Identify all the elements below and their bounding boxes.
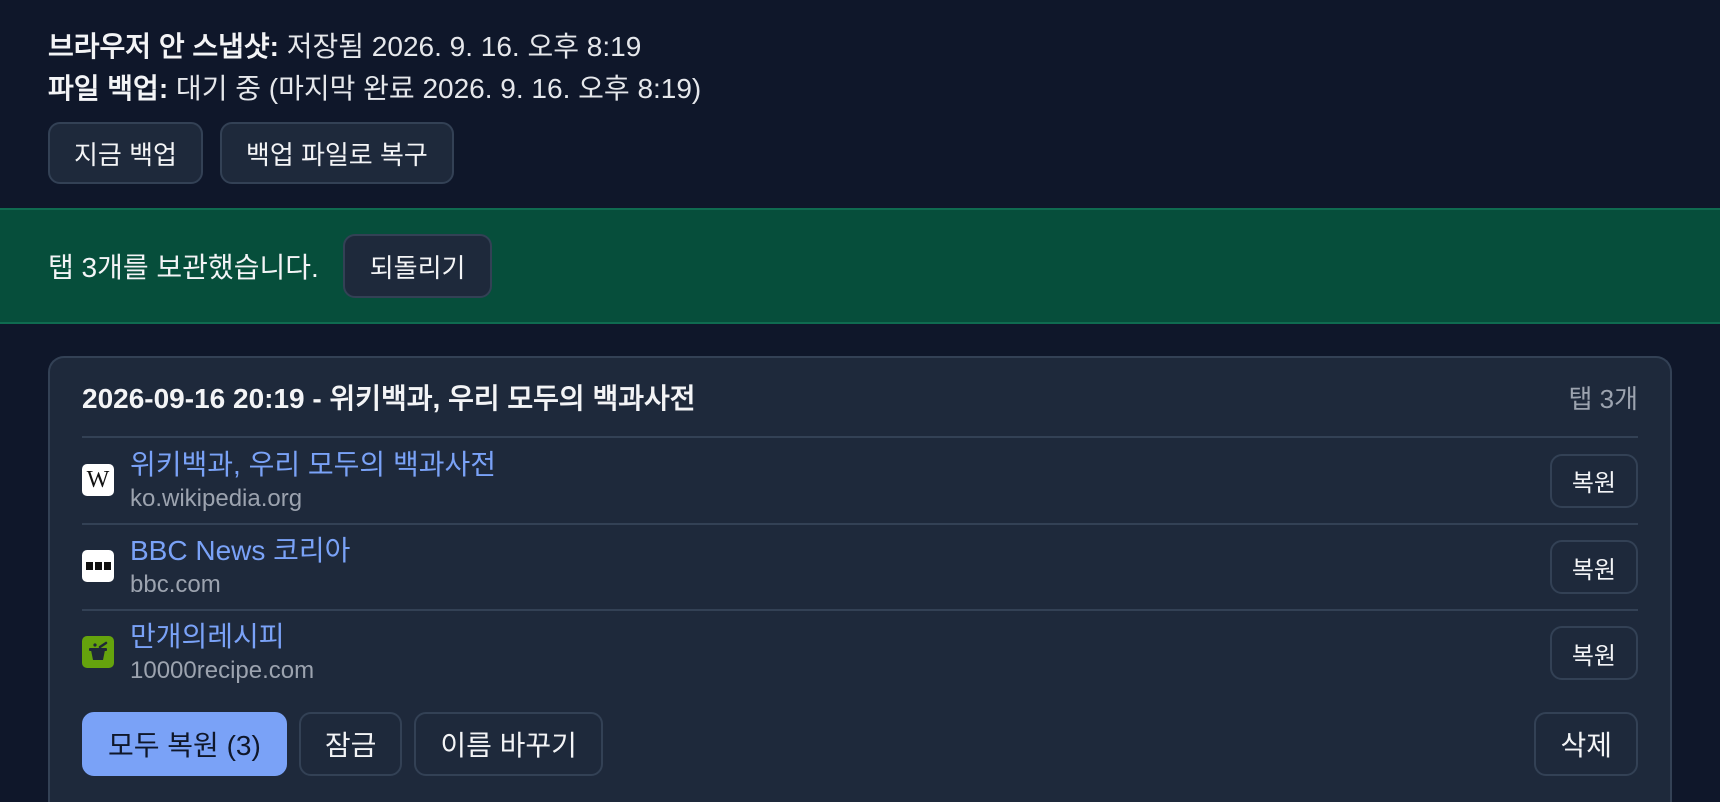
tab-url: 10000recipe.com [130,657,315,684]
tab-url: ko.wikipedia.org [130,484,303,512]
session-header: 2026-09-16 20:19 - 위키백과, 우리 모두의 백과사전 탭 3… [82,358,1638,436]
session-tab-count: 탭 3개 [1568,383,1638,414]
banner-message: 탭 3개를 보관했습니다. [48,252,319,283]
file-backup-label: 파일 백업: [48,73,169,104]
restore-tab-button[interactable]: 복원 [1549,626,1638,680]
backup-status: 브라우저 안 스냅샷: 저장됨 2026. 9. 16. 오후 8:19 파일 … [48,26,701,110]
session-tab-list: W 위키백과, 우리 모두의 백과사전 ko.wikipedia.org 복원 … [82,436,1638,695]
backup-actions: 지금 백업 백업 파일로 복구 [48,122,454,184]
recipe-pot-icon [82,636,114,668]
tab-info: BBC News 코리아 bbc.com [130,533,350,601]
session-title: 2026-09-16 20:19 - 위키백과, 우리 모두의 백과사전 [82,383,696,414]
session-card: 2026-09-16 20:19 - 위키백과, 우리 모두의 백과사전 탭 3… [48,356,1672,802]
bbc-icon [82,550,114,582]
snapshot-value: 저장됨 2026. 9. 16. 오후 8:19 [278,31,642,62]
rename-button[interactable]: 이름 바꾸기 [414,712,603,776]
lock-button[interactable]: 잠금 [298,712,403,776]
archive-notification-banner: 탭 3개를 보관했습니다. 되돌리기 [0,208,1720,324]
tab-info: 위키백과, 우리 모두의 백과사전 ko.wikipedia.org [130,447,496,515]
backup-now-button[interactable]: 지금 백업 [48,122,203,184]
restore-all-button[interactable]: 모두 복원 (3) [82,712,287,776]
snapshot-status: 브라우저 안 스냅샷: 저장됨 2026. 9. 16. 오후 8:19 [48,26,701,68]
tab-title-link[interactable]: 만개의레시피 [130,619,314,655]
list-item: W 위키백과, 우리 모두의 백과사전 ko.wikipedia.org 복원 [82,436,1638,523]
session-actions: 모두 복원 (3) 잠금 이름 바꾸기 삭제 [82,712,1638,776]
restore-tab-button[interactable]: 복원 [1549,540,1638,594]
list-item: BBC News 코리아 bbc.com 복원 [82,523,1638,609]
tab-title-link[interactable]: BBC News 코리아 [130,533,350,569]
restore-from-file-button[interactable]: 백업 파일로 복구 [219,122,454,184]
file-backup-status: 파일 백업: 대기 중 (마지막 완료 2026. 9. 16. 오후 8:19… [48,68,701,110]
tab-info: 만개의레시피 10000recipe.com [130,619,314,687]
tab-title-link[interactable]: 위키백과, 우리 모두의 백과사전 [130,447,496,483]
list-item: 만개의레시피 10000recipe.com 복원 [82,609,1638,695]
wikipedia-icon: W [82,463,114,496]
undo-button[interactable]: 되돌리기 [342,234,493,298]
snapshot-label: 브라우저 안 스냅샷: [48,31,279,62]
file-backup-value: 대기 중 (마지막 완료 2026. 9. 16. 오후 8:19) [168,73,702,104]
delete-button[interactable]: 삭제 [1534,712,1638,776]
restore-tab-button[interactable]: 복원 [1549,453,1638,508]
tab-url: bbc.com [130,571,221,598]
